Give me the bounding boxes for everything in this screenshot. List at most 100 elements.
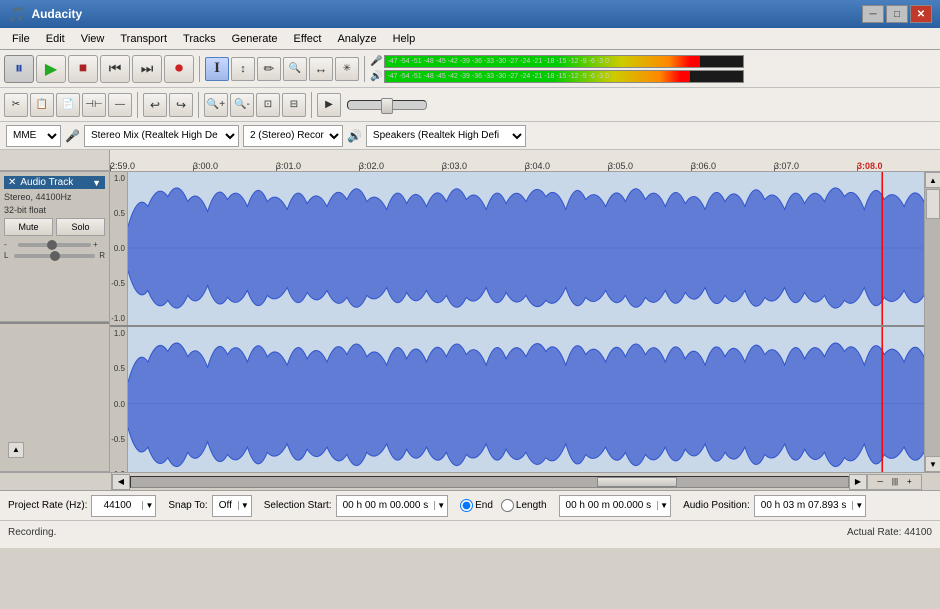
scroll-up-button[interactable]: ▲	[925, 172, 940, 188]
cut-button[interactable]: ✂	[4, 93, 28, 117]
project-rate-control: ▼	[91, 495, 156, 517]
pause-button[interactable]: ⏸	[4, 55, 34, 83]
edit-toolbar: ✂ 📋 📄 ⊣⊢ — ↩ ↪ 🔍+ 🔍- ⊡ ⊟ ▶	[0, 88, 940, 122]
separator3	[137, 92, 138, 118]
close-button[interactable]: ✕	[910, 5, 932, 23]
play-at-speed-button[interactable]: ▶	[317, 93, 341, 117]
input-level-icon: 🎤	[370, 56, 382, 67]
input-icon: 🎤	[65, 129, 80, 143]
mute-button[interactable]: Mute	[4, 218, 53, 236]
zoom-level: |||	[885, 477, 905, 486]
snap-to-field: Snap To: Off ▼	[168, 495, 251, 517]
audio-position-field: Audio Position: 00 h 03 m 07.893 s ▼	[683, 495, 866, 517]
zoom-sel-button[interactable]: ⊟	[282, 93, 306, 117]
snap-to-label: Snap To:	[168, 500, 207, 511]
zoom-out-small[interactable]: ─	[877, 477, 883, 486]
zoom-in-small[interactable]: +	[907, 477, 912, 486]
length-radio[interactable]	[501, 499, 514, 512]
scroll-left-button[interactable]: ◀	[112, 474, 130, 490]
length-radio-label[interactable]: Length	[501, 499, 547, 512]
paste-button[interactable]: 📄	[56, 93, 80, 117]
input-channels-select[interactable]: 2 (Stereo) Recor	[243, 125, 343, 147]
status-text: Recording.	[8, 527, 56, 538]
end-radio[interactable]	[460, 499, 473, 512]
end-length-group: End Length	[460, 499, 546, 512]
trim-button[interactable]: ⊣⊢	[82, 93, 106, 117]
menu-generate[interactable]: Generate	[224, 31, 286, 47]
snap-to-dropdown[interactable]: ▼	[238, 501, 251, 510]
end-label: End	[475, 500, 493, 511]
stop-button[interactable]: ⏹	[68, 55, 98, 83]
menu-view[interactable]: View	[73, 31, 113, 47]
app-title: Audacity	[31, 7, 82, 21]
maximize-button[interactable]: □	[886, 5, 908, 23]
play-button[interactable]: ▶	[36, 55, 66, 83]
scroll-thumb[interactable]	[926, 189, 940, 219]
waveform-track-upper: 1.0 0.5 0.0 -0.5 -1.0 // This is SVG con…	[110, 172, 924, 327]
multi-tool-button[interactable]: ✳	[335, 57, 359, 81]
rate-bar: Project Rate (Hz): ▼ Snap To: Off ▼ Sele…	[0, 491, 940, 521]
audio-position-dropdown[interactable]: ▼	[852, 501, 865, 510]
end-radio-label[interactable]: End	[460, 499, 493, 512]
record-button[interactable]: ⏺	[164, 55, 194, 83]
main-area: ✕ Audio Track ▼ Stereo, 44100Hz 32-bit f…	[0, 172, 940, 472]
project-rate-dropdown[interactable]: ▼	[142, 501, 155, 510]
minimize-button[interactable]: ─	[862, 5, 884, 23]
input-level-meter: -47 -54 -51 -48 -45 -42 -39 -36 -33 -30 …	[384, 55, 744, 68]
copy-button[interactable]: 📋	[30, 93, 54, 117]
scroll-track[interactable]	[925, 188, 940, 456]
bottom-area: Project Rate (Hz): ▼ Snap To: Off ▼ Sele…	[0, 490, 940, 548]
zoom-in-button[interactable]: 🔍+	[204, 93, 228, 117]
undo-button[interactable]: ↩	[143, 93, 167, 117]
menu-file[interactable]: File	[4, 31, 38, 47]
time-tick: 3:01.0	[276, 161, 301, 171]
zoom-out-button[interactable]: 🔍-	[230, 93, 254, 117]
menu-analyze[interactable]: Analyze	[329, 31, 384, 47]
track-dropdown-arrow[interactable]: ▼	[92, 178, 101, 188]
transport-toolbar: ⏸ ▶ ⏹ ⏮ ⏭ ⏺ I ↕ ✏ 🔍 ↔ ✳ 🎤 -47 -54 -51 -4…	[0, 50, 940, 88]
snap-to-control: Off ▼	[212, 495, 252, 517]
gain-minus: -	[4, 240, 16, 249]
speed-slider[interactable]	[347, 100, 427, 110]
zoom-fit-button[interactable]: ⊡	[256, 93, 280, 117]
pencil-tool-button[interactable]: ✏	[257, 57, 281, 81]
track-close-button[interactable]: ✕	[8, 177, 16, 188]
output-device-select[interactable]: Speakers (Realtek High Defi	[366, 125, 526, 147]
gain-slider[interactable]	[18, 243, 91, 247]
h-scroll-thumb[interactable]	[597, 477, 677, 487]
output-level-icon: 🔊	[370, 71, 382, 82]
menu-tracks[interactable]: Tracks	[175, 31, 224, 47]
zoom-tool-button[interactable]: 🔍	[283, 57, 307, 81]
scroll-right-button[interactable]: ▶	[849, 474, 867, 490]
vertical-scrollbar: ▲ ▼	[924, 172, 940, 472]
selection-start-dropdown[interactable]: ▼	[434, 501, 447, 510]
timeshift-tool-button[interactable]: ↔	[309, 57, 333, 81]
input-device-select[interactable]: Stereo Mix (Realtek High De	[84, 125, 239, 147]
h-scroll-track[interactable]	[130, 476, 849, 488]
menu-effect[interactable]: Effect	[286, 31, 330, 47]
selection-tool-button[interactable]: I	[205, 57, 229, 81]
skip-back-button[interactable]: ⏮	[100, 55, 130, 83]
end-value-dropdown[interactable]: ▼	[657, 501, 670, 510]
level-meters: 🎤 -47 -54 -51 -48 -45 -42 -39 -36 -33 -3…	[370, 55, 744, 83]
gain-row: - +	[4, 240, 105, 249]
scroll-down-button[interactable]: ▼	[925, 456, 940, 472]
redo-button[interactable]: ↪	[169, 93, 193, 117]
silence-button[interactable]: —	[108, 93, 132, 117]
project-rate-input[interactable]	[92, 496, 142, 516]
audio-position-label: Audio Position:	[683, 500, 750, 511]
envelope-tool-button[interactable]: ↕	[231, 57, 255, 81]
time-tick: 3:04.0	[525, 161, 550, 171]
separator5	[311, 92, 312, 118]
pan-slider[interactable]	[14, 254, 95, 258]
skip-forward-button[interactable]: ⏭	[132, 55, 162, 83]
collapse-button[interactable]: ▲	[8, 442, 24, 458]
solo-button[interactable]: Solo	[56, 218, 105, 236]
menu-help[interactable]: Help	[385, 31, 424, 47]
collapse-area: ▲	[4, 328, 105, 462]
selection-start-value: 00 h 00 m 00.000 s	[337, 500, 435, 511]
menu-edit[interactable]: Edit	[38, 31, 73, 47]
menu-transport[interactable]: Transport	[112, 31, 175, 47]
selection-start-control: 00 h 00 m 00.000 s ▼	[336, 495, 449, 517]
host-select[interactable]: MME	[6, 125, 61, 147]
